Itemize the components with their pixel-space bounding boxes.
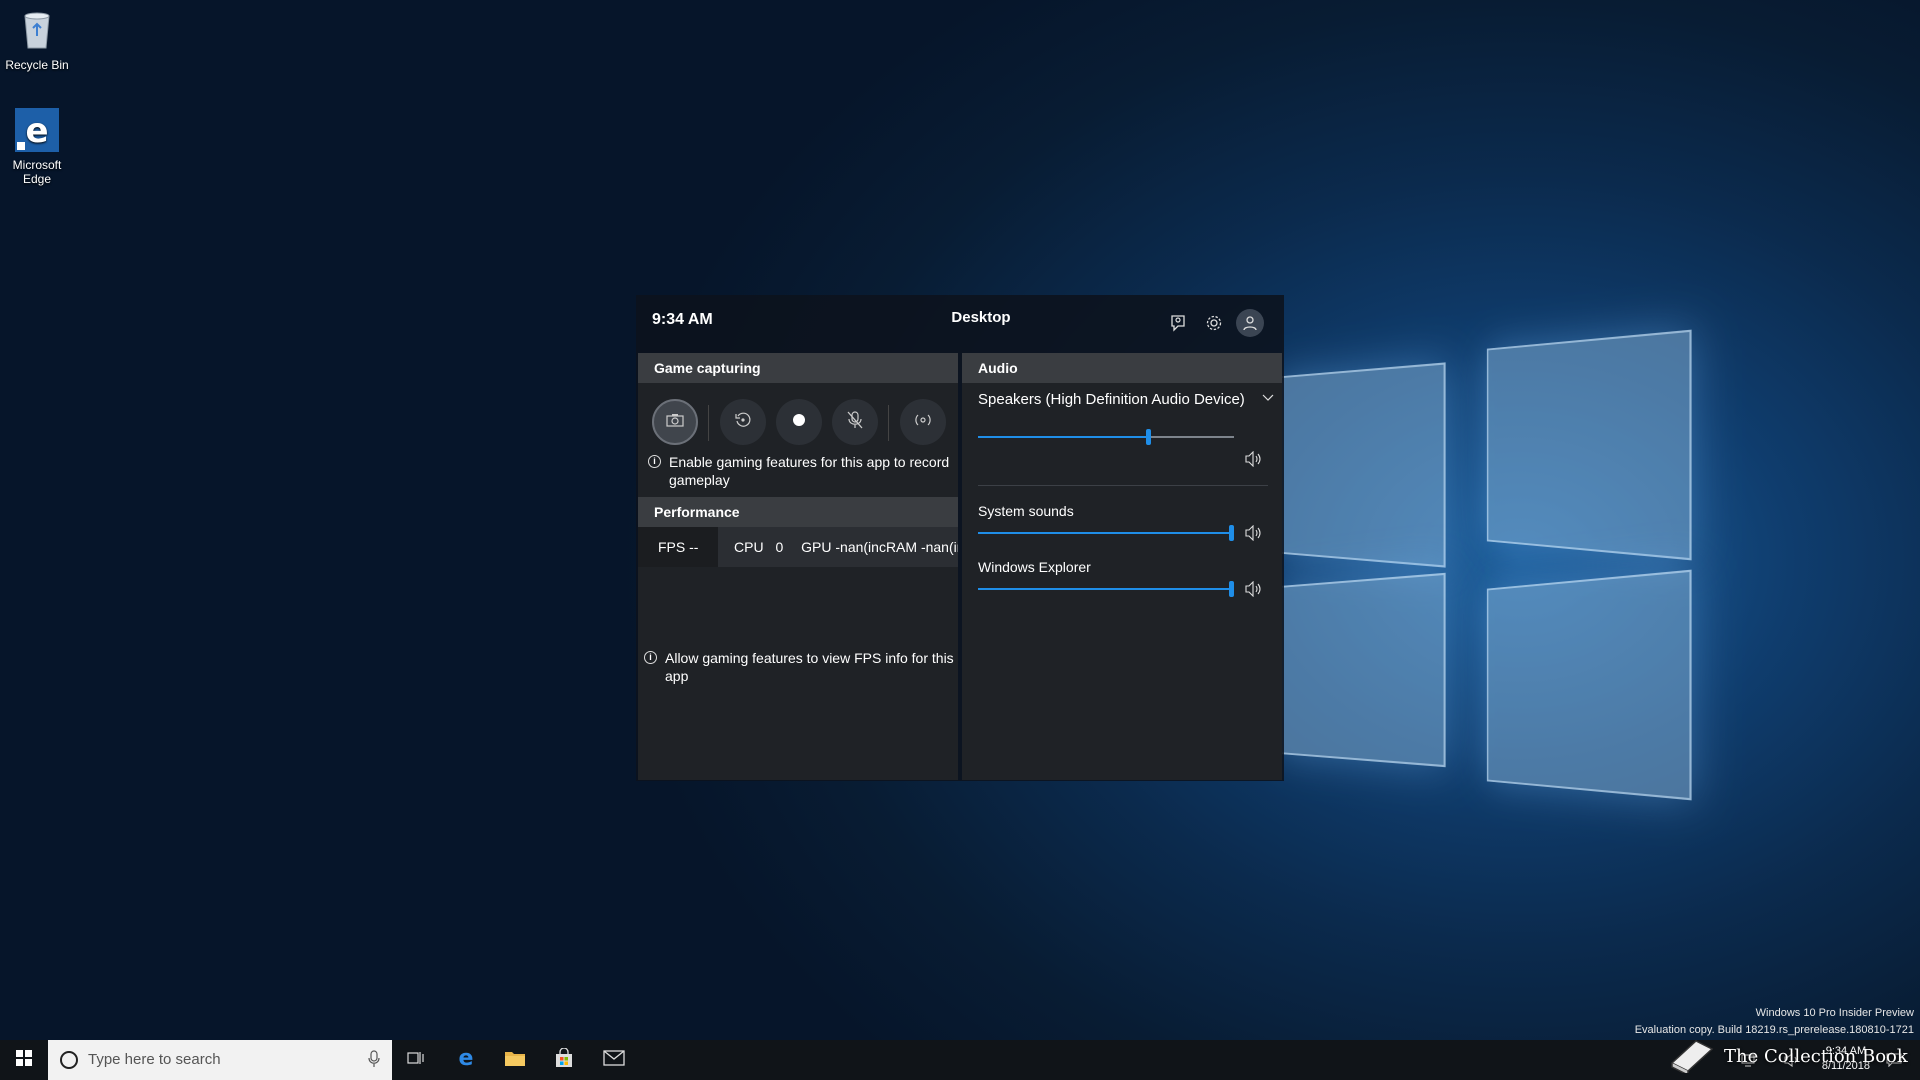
divider (708, 405, 709, 441)
mail-icon (603, 1050, 625, 1071)
camera-icon (666, 413, 684, 432)
chevron-down-icon (1262, 391, 1274, 406)
windows-explorer-volume-icon[interactable] (1244, 581, 1264, 597)
cpu-label: CPU (734, 539, 764, 555)
capture-notice: i Enable gaming features for this app to… (648, 453, 952, 489)
game-capturing-heading: Game capturing (638, 353, 958, 383)
slider-thumb[interactable] (1229, 525, 1234, 541)
desktop-icon-label: Recycle Bin (0, 58, 74, 72)
windows-explorer-volume-slider[interactable] (978, 581, 1234, 597)
app-volume-label: System sounds (978, 503, 1074, 519)
store-icon (554, 1048, 574, 1073)
audio-panel: Audio Speakers (High Definition Audio De… (962, 353, 1282, 780)
system-sounds-volume-slider[interactable] (978, 525, 1234, 541)
audio-device-name: Speakers (High Definition Audio Device) (978, 391, 1245, 408)
taskbar: Type here to search e 9:34 AM 8/11/2018 (0, 1040, 1920, 1080)
wallpaper-windows-logo (1260, 340, 1720, 800)
looking-for-group-icon[interactable] (1164, 309, 1192, 337)
divider (888, 405, 889, 441)
info-icon: i (648, 455, 661, 468)
edge-icon: e (15, 108, 59, 152)
slider-fill (978, 532, 1229, 534)
audio-device-select[interactable]: Speakers (High Definition Audio Device) (978, 391, 1274, 408)
clock-time: 9:34 AM (652, 311, 713, 329)
record-icon (792, 413, 806, 432)
game-bar-window: 9:34 AM Desktop Game capturing i Enable … (636, 295, 1284, 781)
desktop-icon-microsoft-edge[interactable]: e Microsoft Edge (0, 108, 74, 186)
capture-buttons (652, 399, 952, 447)
app-volume-label: Windows Explorer (978, 559, 1091, 575)
start-button[interactable] (0, 1040, 48, 1080)
game-bar-title: Desktop (936, 309, 1026, 326)
taskbar-edge-button[interactable]: e (442, 1040, 490, 1080)
fps-readout: FPS -- (638, 527, 718, 567)
task-view-button[interactable] (392, 1040, 440, 1080)
desktop-icon-label: Microsoft Edge (7, 158, 67, 186)
site-logo-overlay: The Collection Book (1668, 1034, 1916, 1078)
record-last-button[interactable] (720, 399, 766, 445)
broadcast-button[interactable] (900, 399, 946, 445)
game-capturing-panel: Game capturing i Enable gaming features … (638, 353, 958, 780)
edge-icon: e (455, 1047, 477, 1074)
replay-icon (734, 411, 752, 434)
taskbar-store-button[interactable] (540, 1040, 588, 1080)
svg-text:e: e (25, 111, 48, 151)
recycle-bin-icon (15, 8, 59, 52)
task-view-icon (407, 1050, 425, 1071)
start-recording-button[interactable] (776, 399, 822, 445)
microphone-icon[interactable] (368, 1050, 380, 1072)
profile-icon[interactable] (1236, 309, 1264, 337)
performance-stats: FPS -- CPU 0 GPU -nan(incRAM -nan(inc (638, 527, 958, 567)
slider-thumb[interactable] (1146, 429, 1151, 445)
svg-text:e: e (459, 1047, 474, 1069)
desktop-icon-recycle-bin[interactable]: Recycle Bin (0, 8, 74, 72)
master-volume-slider[interactable] (978, 429, 1234, 445)
taskbar-mail-button[interactable] (590, 1040, 638, 1080)
capture-notice-text: Enable gaming features for this app to r… (669, 453, 952, 489)
mic-off-icon (847, 411, 863, 434)
info-icon: i (644, 651, 657, 664)
screenshot-button[interactable] (652, 399, 698, 445)
windows-logo-icon (16, 1050, 32, 1071)
book-icon (1668, 1035, 1716, 1078)
microphone-toggle-button[interactable] (832, 399, 878, 445)
watermark-edition: Windows 10 Pro Insider Preview (1635, 1005, 1914, 1022)
slider-fill (978, 588, 1229, 590)
broadcast-icon (914, 411, 932, 434)
performance-notice: i Allow gaming features to view FPS info… (644, 649, 954, 685)
slider-fill (978, 436, 1146, 438)
audio-heading: Audio (962, 353, 1282, 383)
resource-readout: CPU 0 GPU -nan(incRAM -nan(inc (718, 527, 958, 567)
master-volume-icon[interactable] (1244, 451, 1264, 467)
taskbar-search-box[interactable]: Type here to search (48, 1040, 392, 1080)
gpu-ram-readout: GPU -nan(incRAM -nan(inc (801, 539, 958, 555)
slider-thumb[interactable] (1229, 581, 1234, 597)
cpu-value: 0 (775, 539, 783, 555)
system-sounds-volume-icon[interactable] (1244, 525, 1264, 541)
cortana-icon (60, 1051, 78, 1069)
search-placeholder: Type here to search (88, 1051, 221, 1068)
settings-gear-icon[interactable] (1200, 309, 1228, 337)
site-brand-name: The Collection Book (1724, 1046, 1908, 1067)
divider (978, 485, 1268, 486)
performance-heading: Performance (638, 497, 958, 527)
file-explorer-icon (504, 1049, 526, 1072)
performance-notice-text: Allow gaming features to view FPS info f… (665, 649, 954, 685)
game-bar-header: 9:34 AM Desktop (636, 295, 1284, 351)
taskbar-file-explorer-button[interactable] (491, 1040, 539, 1080)
